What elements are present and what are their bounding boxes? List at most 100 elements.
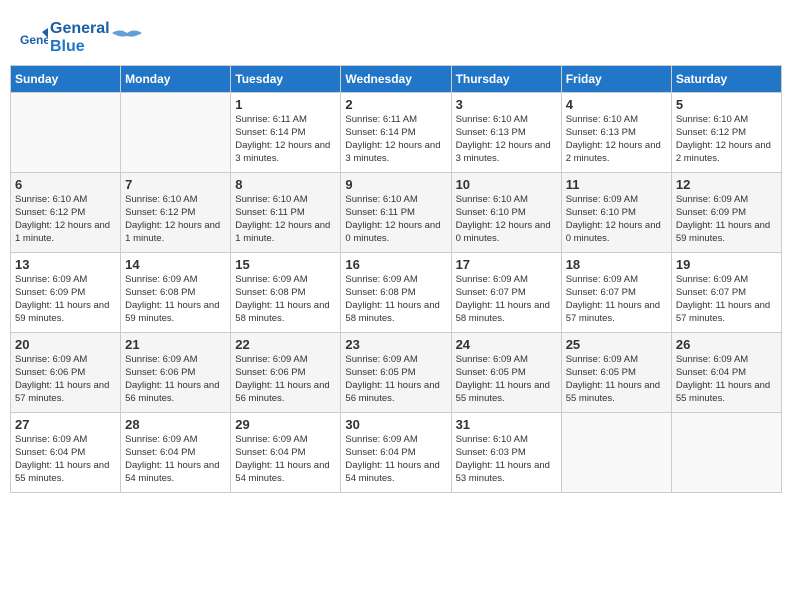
day-number: 19 [676,257,777,272]
day-info: Sunrise: 6:09 AM Sunset: 6:05 PM Dayligh… [566,354,667,405]
day-number: 13 [15,257,116,272]
calendar-week-row: 13 Sunrise: 6:09 AM Sunset: 6:09 PM Dayli… [11,253,782,333]
calendar-cell: 22Sunrise: 6:09 AM Sunset: 6:06 PM Dayli… [231,333,341,413]
day-number: 11 [566,177,667,192]
day-number: 6 [15,177,116,192]
day-info: Sunrise: 6:09 AM Sunset: 6:07 PM Dayligh… [676,274,777,325]
day-info: Sunrise: 6:09 AM Sunset: 6:05 PM Dayligh… [345,354,446,405]
calendar-table: SundayMondayTuesdayWednesdayThursdayFrid… [10,65,782,493]
calendar-cell [561,413,671,493]
calendar-cell: 7 Sunrise: 6:10 AM Sunset: 6:12 PM Daylig… [121,173,231,253]
weekday-header: Sunday [11,66,121,93]
calendar-cell: 18 Sunrise: 6:09 AM Sunset: 6:07 PM Dayli… [561,253,671,333]
calendar-cell: 28 Sunrise: 6:09 AM Sunset: 6:04 PM Dayli… [121,413,231,493]
calendar-cell: 4 Sunrise: 6:10 AM Sunset: 6:13 PM Daylig… [561,93,671,173]
logo-blue: Blue [50,38,110,56]
calendar-cell: 1Sunrise: 6:11 AM Sunset: 6:14 PM Daylig… [231,93,341,173]
day-number: 21 [125,337,226,352]
day-number: 16 [345,257,446,272]
calendar-cell: 21 Sunrise: 6:09 AM Sunset: 6:06 PM Dayli… [121,333,231,413]
calendar-header-row: SundayMondayTuesdayWednesdayThursdayFrid… [11,66,782,93]
day-number: 26 [676,337,777,352]
day-number: 3 [456,97,557,112]
day-info: Sunrise: 6:09 AM Sunset: 6:07 PM Dayligh… [456,274,557,325]
day-info: Sunrise: 6:09 AM Sunset: 6:10 PM Dayligh… [566,194,667,245]
day-info: Sunrise: 6:09 AM Sunset: 6:04 PM Dayligh… [345,434,446,485]
day-number: 25 [566,337,667,352]
weekday-header: Thursday [451,66,561,93]
calendar-cell: 5 Sunrise: 6:10 AM Sunset: 6:12 PM Daylig… [671,93,781,173]
day-info: Sunrise: 6:10 AM Sunset: 6:12 PM Dayligh… [15,194,116,245]
day-info: Sunrise: 6:09 AM Sunset: 6:06 PM Dayligh… [125,354,226,405]
calendar-body: 1 Sunrise: 6:11 AM Sunset: 6:14 PM Daylig… [11,93,782,493]
weekday-header: Monday [121,66,231,93]
calendar-cell: 12Sunrise: 6:09 AM Sunset: 6:09 PM Dayli… [671,173,781,253]
day-number: 30 [345,417,446,432]
day-number: 20 [15,337,116,352]
day-info: Sunrise: 6:09 AM Sunset: 6:07 PM Dayligh… [566,274,667,325]
day-number: 2 [345,97,446,112]
day-number: 23 [345,337,446,352]
calendar-cell: 23 Sunrise: 6:09 AM Sunset: 6:05 PM Dayli… [341,333,451,413]
day-info: Sunrise: 6:10 AM Sunset: 6:13 PM Dayligh… [456,114,557,165]
weekday-header: Wednesday [341,66,451,93]
calendar-cell: 19 Sunrise: 6:09 AM Sunset: 6:07 PM Dayli… [671,253,781,333]
calendar-cell: 16 Sunrise: 6:09 AM Sunset: 6:08 PM Dayli… [341,253,451,333]
calendar-cell: 11 Sunrise: 6:09 AM Sunset: 6:10 PM Dayli… [561,173,671,253]
day-number: 9 [345,177,446,192]
day-info: Sunrise: 6:09 AM Sunset: 6:04 PM Dayligh… [235,434,336,485]
calendar-cell [11,93,121,173]
day-info: Sunrise: 6:10 AM Sunset: 6:03 PM Dayligh… [456,434,557,485]
day-info: Sunrise: 6:09 AM Sunset: 6:04 PM Dayligh… [125,434,226,485]
svg-text:General: General [20,33,48,47]
day-info: Sunrise: 6:09 AM Sunset: 6:09 PM Dayligh… [15,274,116,325]
logo-general: General [50,20,110,38]
day-number: 4 [566,97,667,112]
calendar-week-row: 27 Sunrise: 6:09 AM Sunset: 6:04 PM Dayli… [11,413,782,493]
day-info: Sunrise: 6:09 AM Sunset: 6:06 PM Dayligh… [235,354,336,405]
day-number: 5 [676,97,777,112]
day-number: 1 [235,97,336,112]
day-info: Sunrise: 6:09 AM Sunset: 6:04 PM Dayligh… [676,354,777,405]
calendar-cell: 3 Sunrise: 6:10 AM Sunset: 6:13 PM Daylig… [451,93,561,173]
calendar-cell [121,93,231,173]
day-info: Sunrise: 6:09 AM Sunset: 6:08 PM Dayligh… [235,274,336,325]
day-info: Sunrise: 6:10 AM Sunset: 6:11 PM Dayligh… [235,194,336,245]
calendar-cell: 25 Sunrise: 6:09 AM Sunset: 6:05 PM Dayli… [561,333,671,413]
calendar-cell: 10 Sunrise: 6:10 AM Sunset: 6:10 PM Dayli… [451,173,561,253]
day-info: Sunrise: 6:11 AM Sunset: 6:14 PM Dayligh… [345,114,446,165]
calendar-cell: 14Sunrise: 6:09 AM Sunset: 6:08 PM Dayli… [121,253,231,333]
calendar-cell: 8 Sunrise: 6:10 AM Sunset: 6:11 PM Daylig… [231,173,341,253]
day-number: 8 [235,177,336,192]
day-info: Sunrise: 6:09 AM Sunset: 6:04 PM Dayligh… [15,434,116,485]
day-number: 12 [676,177,777,192]
day-number: 7 [125,177,226,192]
calendar-week-row: 6 Sunrise: 6:10 AM Sunset: 6:12 PM Daylig… [11,173,782,253]
calendar-week-row: 20 Sunrise: 6:09 AM Sunset: 6:06 PM Dayli… [11,333,782,413]
page-header: General General Blue [10,10,782,60]
day-number: 28 [125,417,226,432]
day-number: 18 [566,257,667,272]
logo-icon: General [20,24,48,52]
calendar-cell: 13 Sunrise: 6:09 AM Sunset: 6:09 PM Dayli… [11,253,121,333]
calendar-cell: 9 Sunrise: 6:10 AM Sunset: 6:11 PM Daylig… [341,173,451,253]
calendar-cell [671,413,781,493]
day-number: 31 [456,417,557,432]
day-number: 27 [15,417,116,432]
day-number: 17 [456,257,557,272]
day-info: Sunrise: 6:09 AM Sunset: 6:08 PM Dayligh… [125,274,226,325]
calendar-cell: 31 Sunrise: 6:10 AM Sunset: 6:03 PM Dayli… [451,413,561,493]
day-number: 15 [235,257,336,272]
day-info: Sunrise: 6:09 AM Sunset: 6:05 PM Dayligh… [456,354,557,405]
day-info: Sunrise: 6:10 AM Sunset: 6:13 PM Dayligh… [566,114,667,165]
calendar-cell: 6 Sunrise: 6:10 AM Sunset: 6:12 PM Daylig… [11,173,121,253]
day-info: Sunrise: 6:09 AM Sunset: 6:08 PM Dayligh… [345,274,446,325]
day-info: Sunrise: 6:10 AM Sunset: 6:12 PM Dayligh… [676,114,777,165]
day-number: 10 [456,177,557,192]
calendar-cell: 26 Sunrise: 6:09 AM Sunset: 6:04 PM Dayli… [671,333,781,413]
day-number: 29 [235,417,336,432]
day-info: Sunrise: 6:10 AM Sunset: 6:10 PM Dayligh… [456,194,557,245]
day-info: Sunrise: 6:10 AM Sunset: 6:12 PM Dayligh… [125,194,226,245]
day-info: Sunrise: 6:10 AM Sunset: 6:11 PM Dayligh… [345,194,446,245]
calendar-cell: 20Sunrise: 6:09 AM Sunset: 6:06 PM Dayli… [11,333,121,413]
